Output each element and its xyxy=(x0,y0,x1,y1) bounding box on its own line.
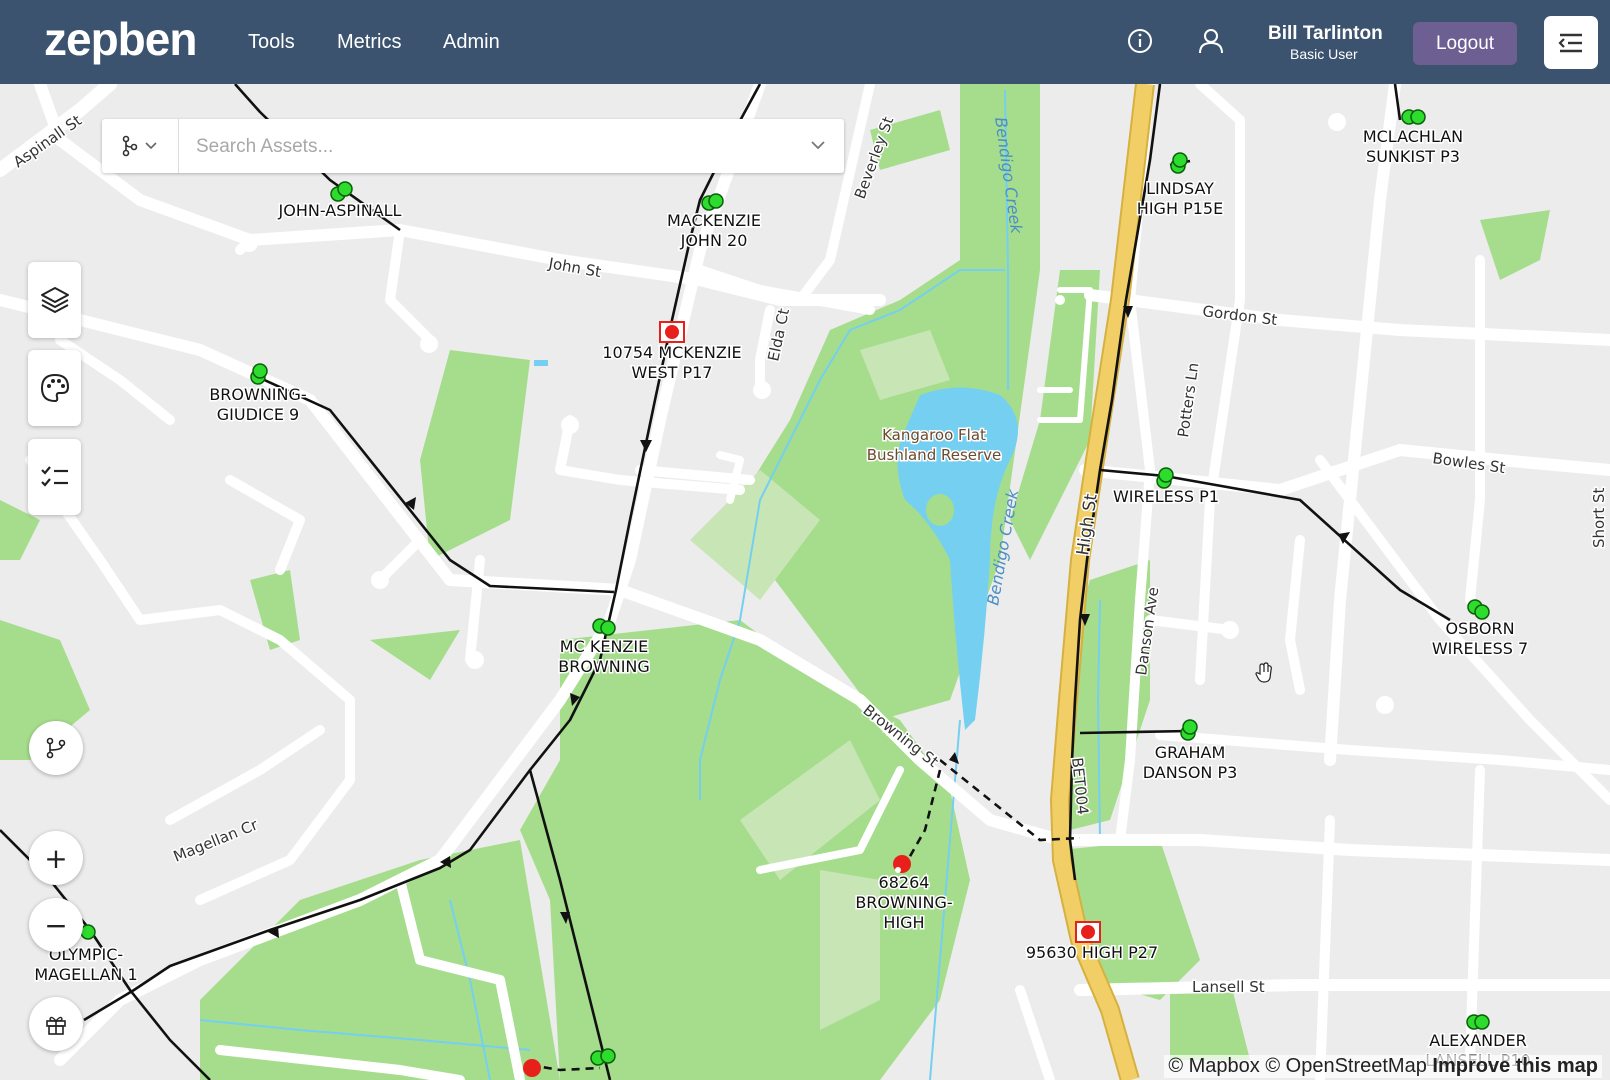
asset-search-bar xyxy=(102,119,844,173)
improve-map-link[interactable]: Improve this map xyxy=(1432,1055,1598,1077)
logout-button[interactable]: Logout xyxy=(1413,22,1517,65)
search-mode-dropdown[interactable] xyxy=(102,119,179,173)
map-svg: Aspinall St John St Beverley St Bendigo … xyxy=(0,84,1610,1080)
asset-label: LINDSAY xyxy=(1146,179,1214,198)
asset-label: GRAHAM xyxy=(1155,743,1226,762)
asset-label: HIGH P15E xyxy=(1137,199,1223,218)
asset-label: MAGELLAN 1 xyxy=(34,965,137,984)
user-role: Basic User xyxy=(1290,46,1358,62)
whats-new-button[interactable] xyxy=(29,997,83,1051)
gift-icon xyxy=(46,1016,66,1035)
osm-attribution[interactable]: © OpenStreetMap xyxy=(1265,1055,1426,1077)
checklist-button[interactable] xyxy=(28,439,81,515)
zoom-out-icon: − xyxy=(44,908,68,942)
zoom-in-button[interactable]: + xyxy=(29,831,83,885)
trace-button[interactable] xyxy=(29,721,83,775)
asset-label: WEST P17 xyxy=(632,363,713,382)
nav-tools[interactable]: Tools xyxy=(248,31,295,54)
asset-label: BROWNING xyxy=(558,657,650,676)
sidebar-toggle-button[interactable] xyxy=(1544,16,1598,69)
zepben-logo[interactable]: zepben xyxy=(44,12,197,66)
zoom-out-button[interactable]: − xyxy=(29,898,83,952)
asset-label: WIRELESS P1 xyxy=(1113,487,1219,506)
user-icon[interactable] xyxy=(1196,26,1226,56)
palette-icon xyxy=(40,373,69,403)
chevron-down-icon[interactable] xyxy=(810,139,826,151)
layers-icon xyxy=(40,287,69,313)
checklist-icon xyxy=(40,466,68,487)
asset-label: GIUDICE 9 xyxy=(217,405,299,424)
asset-label: 10754 MCKENZIE xyxy=(602,343,741,362)
hand-cursor-icon xyxy=(1255,662,1272,683)
asset-label: WIRELESS 7 xyxy=(1432,639,1528,658)
asset-label: JOHN 20 xyxy=(680,231,748,250)
asset-label: HIGH xyxy=(883,913,924,932)
poi-label: Bushland Reserve xyxy=(867,446,1002,464)
asset-label: BROWNING- xyxy=(209,385,306,404)
mapbox-attribution[interactable]: © Mapbox xyxy=(1168,1055,1259,1077)
network-trace-icon xyxy=(122,135,157,157)
info-icon[interactable] xyxy=(1125,26,1155,56)
search-input[interactable] xyxy=(194,128,798,166)
asset-label: ALEXANDER xyxy=(1429,1031,1526,1050)
app-header: zepben Tools Metrics Admin Bill Tarlinto… xyxy=(0,0,1610,84)
asset-label: MCLACHLAN xyxy=(1363,127,1463,146)
layers-button[interactable] xyxy=(28,262,81,338)
map-canvas[interactable]: Aspinall St John St Beverley St Bendigo … xyxy=(0,84,1610,1080)
map-attribution: © Mapbox © OpenStreetMap Improve this ma… xyxy=(1164,1055,1602,1078)
zoom-in-icon: + xyxy=(44,841,68,875)
street-label: Lansell St xyxy=(1192,978,1265,996)
trace-icon xyxy=(46,737,66,759)
asset-label: 68264 xyxy=(879,873,930,892)
asset-label: 95630 HIGH P27 xyxy=(1026,943,1158,962)
asset-label: MACKENZIE xyxy=(667,211,761,230)
asset-label: OSBORN xyxy=(1445,619,1514,638)
asset-label: DANSON P3 xyxy=(1143,763,1238,782)
nav-metrics[interactable]: Metrics xyxy=(337,31,401,54)
asset-label: BROWNING- xyxy=(855,893,952,912)
asset-label: JOHN-ASPINALL xyxy=(278,201,402,220)
nav-admin[interactable]: Admin xyxy=(443,31,500,54)
sidebar-toggle-icon xyxy=(1558,33,1582,52)
asset-label: MC KENZIE xyxy=(560,637,648,656)
street-label: Short St xyxy=(1590,487,1608,548)
asset-label: SUNKIST P3 xyxy=(1366,147,1460,166)
style-button[interactable] xyxy=(28,350,81,426)
user-name: Bill Tarlinton xyxy=(1268,23,1383,44)
poi-label: Kangaroo Flat xyxy=(882,426,986,444)
